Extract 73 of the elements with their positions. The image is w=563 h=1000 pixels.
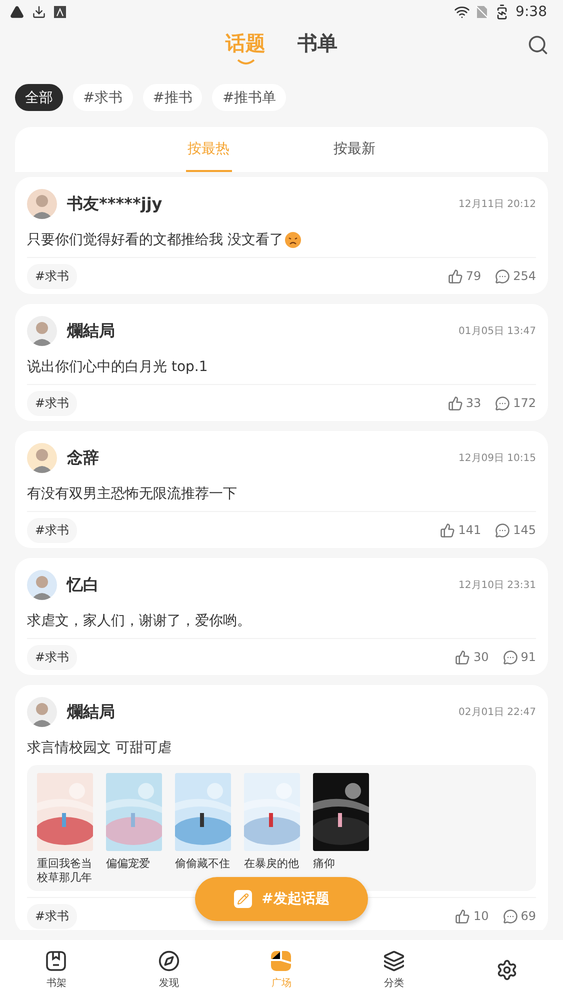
avatar [27, 697, 57, 727]
topic-tag[interactable]: #求书 [27, 264, 78, 288]
book-title[interactable]: 偏偏宠爱 [106, 857, 162, 871]
book-title[interactable]: 痛仰 [313, 857, 369, 871]
comment-icon[interactable] [502, 908, 518, 924]
post-time: 12月11日 20:12 [458, 198, 536, 211]
filter-chip[interactable]: #求书 [73, 84, 133, 111]
topic-tag[interactable]: #求书 [27, 518, 78, 542]
comment-icon[interactable] [502, 650, 518, 664]
clock-time: 9:38 [516, 4, 547, 20]
book-title[interactable]: 重回我爸当校草那几年 [37, 857, 93, 885]
nav-item[interactable]: 分类 [364, 950, 424, 990]
avatar [27, 443, 57, 473]
like-icon[interactable] [448, 396, 463, 410]
settings-icon [496, 959, 518, 981]
like-count: 10 [473, 909, 489, 923]
post-text: 说出你们心中的白月光 top.1 [27, 358, 208, 376]
user-name: 书友*****jjy [67, 194, 164, 214]
like-icon[interactable] [455, 650, 470, 664]
no-sim-icon [476, 5, 488, 19]
app-icon [54, 6, 66, 18]
topic-tag[interactable]: #求书 [27, 644, 78, 670]
like-count: 30 [473, 650, 489, 664]
user-name: 爛結局 [67, 320, 116, 342]
post-time: 02月01日 22:47 [458, 706, 536, 719]
post-text: 求言情校园文 可甜可虐 [27, 739, 172, 757]
search-button[interactable] [527, 34, 549, 56]
book-title[interactable]: 偷偷藏不住 [175, 857, 231, 871]
warning-icon [10, 5, 24, 19]
compass-icon [158, 950, 180, 972]
square-icon [270, 950, 292, 972]
like-icon[interactable] [440, 522, 456, 538]
like-icon[interactable] [448, 268, 463, 284]
nav-item[interactable]: 书架 [26, 950, 86, 990]
post-time: 12月09日 10:15 [458, 452, 536, 465]
topic-tag[interactable]: #求书 [27, 390, 78, 416]
post-text: 求虐文，家人们，谢谢了，爱你哟。 [27, 612, 251, 630]
post-text: 只要你们觉得好看的文都推给我 没文看了 [27, 231, 284, 249]
comment-count: 254 [513, 269, 536, 283]
comment-count: 91 [520, 650, 536, 664]
filter-chip[interactable]: #推书单 [212, 84, 286, 111]
user-name: 忆白 [67, 574, 100, 596]
avatar [27, 316, 57, 346]
nav-item[interactable]: 发现 [138, 950, 199, 990]
post-text: 有没有双男主恐怖无限流推荐一下 [27, 485, 237, 503]
avatar [27, 189, 57, 219]
comment-count: 69 [520, 909, 536, 923]
post-time: 12月10日 23:31 [458, 579, 536, 592]
topic-tag[interactable]: #求书 [27, 904, 78, 928]
like-count: 33 [466, 396, 482, 410]
like-count: 141 [458, 523, 482, 537]
like-count: 79 [466, 269, 482, 283]
comment-icon[interactable] [495, 396, 510, 410]
filter-chip[interactable]: #推书 [142, 84, 202, 111]
user-name: 念辞 [67, 448, 100, 468]
avatar [27, 570, 57, 600]
comment-count: 145 [513, 523, 536, 537]
comment-icon[interactable] [495, 522, 510, 538]
bookmark-icon [45, 950, 68, 972]
comment-count: 172 [513, 396, 536, 410]
comment-icon[interactable] [495, 268, 510, 284]
wifi-icon [454, 4, 470, 20]
pencil-icon [234, 890, 252, 908]
filter-chip[interactable]: 全部 [15, 84, 63, 111]
layers-icon [383, 950, 406, 972]
user-name: 爛結局 [67, 702, 116, 722]
book-title[interactable]: 在暴戾的他 [244, 857, 300, 871]
header-tab[interactable]: 书单 [298, 30, 338, 64]
underline-mark [236, 58, 254, 64]
sort-tab[interactable]: 按最新 [332, 127, 378, 172]
like-icon[interactable] [455, 908, 470, 924]
post-time: 01月05日 13:47 [458, 325, 536, 338]
download-icon [32, 5, 46, 19]
